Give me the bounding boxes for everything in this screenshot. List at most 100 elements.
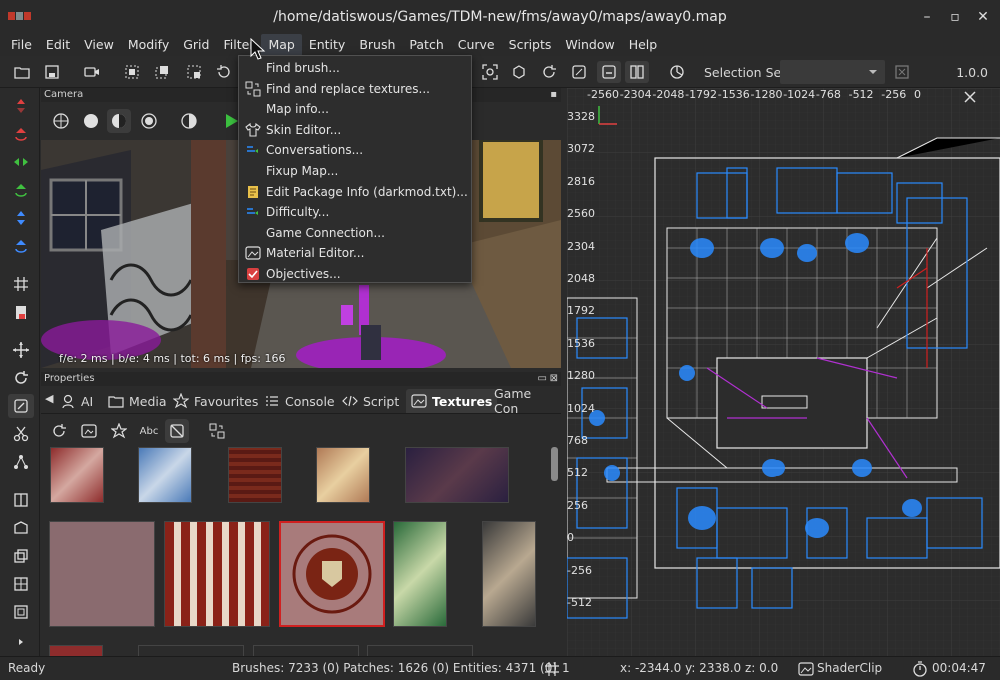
ortho-viewport[interactable]: -2560 -2304 -2048 -1792 -1536 -1280 -1024 -768-… — [567, 88, 1000, 656]
map-menu-item[interactable]: Conversations... — [239, 140, 471, 160]
tab-textures[interactable]: Textures — [406, 389, 498, 413]
texture-thumbnail[interactable] — [367, 645, 473, 656]
tab-scroll-left-icon[interactable]: ◀ — [45, 392, 53, 405]
map-menu-item[interactable]: Difficulty... — [239, 202, 471, 222]
menu-edit[interactable]: Edit — [39, 34, 77, 56]
texture-scrollbar[interactable] — [548, 447, 561, 656]
rotate-x-icon[interactable] — [8, 122, 34, 146]
close-panel-icon[interactable]: ⊠ — [550, 372, 558, 386]
flat-shade-icon[interactable] — [79, 109, 103, 133]
texture-thumbnail[interactable] — [253, 645, 359, 656]
tab-script[interactable]: Script — [337, 389, 404, 413]
focus-camera-icon[interactable] — [478, 61, 502, 83]
menu-patch[interactable]: Patch — [402, 34, 450, 56]
hide-unused-icon[interactable] — [165, 419, 189, 443]
image-refresh-icon[interactable] — [77, 419, 101, 443]
rotate-z-icon[interactable] — [8, 234, 34, 258]
tab-ai[interactable]: AI — [55, 389, 98, 413]
grid-snap-icon[interactable] — [8, 272, 34, 296]
float-panel-icon[interactable]: ▪ — [550, 88, 557, 102]
select-touching-icon[interactable] — [182, 61, 206, 83]
menu-scripts[interactable]: Scripts — [502, 34, 559, 56]
texture-thumbnail[interactable] — [164, 521, 270, 627]
layers-icon[interactable] — [8, 544, 34, 568]
selection-set-combo[interactable] — [780, 60, 885, 84]
show-names-button[interactable]: Abc — [135, 419, 163, 443]
brush-icon[interactable] — [8, 600, 34, 624]
map-menu-item[interactable]: Find and replace textures... — [239, 79, 471, 99]
menu-map[interactable]: Map — [261, 34, 302, 56]
far-clip-icon[interactable] — [177, 109, 201, 133]
close-view-icon[interactable] — [963, 90, 977, 104]
camera-icon[interactable] — [80, 61, 104, 83]
clear-selection-set-icon[interactable] — [890, 61, 914, 83]
lighting-icon[interactable] — [137, 109, 161, 133]
map-menu-item[interactable]: Game Connection... — [239, 223, 471, 243]
texture-browser-icon[interactable] — [8, 572, 34, 596]
textured-icon[interactable] — [107, 109, 131, 133]
open-folder-icon[interactable] — [10, 61, 34, 83]
drag-resize-icon[interactable] — [8, 394, 34, 418]
map-menu-item[interactable]: Edit Package Info (darkmod.txt)... — [239, 182, 471, 202]
save-icon[interactable] — [40, 61, 64, 83]
texture-thumbnail[interactable] — [138, 645, 244, 656]
favourite-star-icon[interactable] — [107, 419, 131, 443]
texture-thumbnail[interactable] — [482, 521, 536, 627]
flip-z-icon[interactable] — [8, 206, 34, 230]
tab-game-con[interactable]: Game Con — [489, 386, 561, 416]
restore-panel-icon[interactable]: ▭ — [538, 372, 547, 386]
menu-modify[interactable]: Modify — [121, 34, 176, 56]
map-menu-item[interactable]: Objectives... — [239, 264, 471, 284]
clipper-icon[interactable] — [8, 422, 34, 446]
rotate-icon[interactable] — [212, 61, 236, 83]
minimize-icon[interactable]: – — [918, 8, 936, 26]
map-menu-item[interactable]: Material Editor... — [239, 243, 471, 263]
menu-grid[interactable]: Grid — [176, 34, 216, 56]
menu-window[interactable]: Window — [558, 34, 621, 56]
paste-icon[interactable] — [8, 300, 34, 324]
texture-thumbnail[interactable] — [228, 447, 282, 503]
menu-entity[interactable]: Entity — [302, 34, 353, 56]
texture-thumbnail[interactable] — [138, 447, 192, 503]
texture-scale-icon[interactable] — [597, 61, 621, 83]
split-view-icon[interactable] — [625, 61, 649, 83]
merge-action-icon[interactable] — [8, 450, 34, 474]
texture-thumbnail[interactable] — [49, 645, 103, 656]
rotate-y-icon[interactable] — [8, 178, 34, 202]
flip-x-icon[interactable] — [8, 94, 34, 118]
texture-thumbnail-selected[interactable] — [279, 521, 385, 627]
select-region-icon[interactable] — [120, 61, 144, 83]
map-menu-item[interactable]: Fixup Map... — [239, 161, 471, 181]
pie-chart-icon[interactable] — [665, 61, 689, 83]
scrollbar-thumb[interactable] — [551, 447, 558, 481]
sync-selection-icon[interactable] — [205, 419, 229, 443]
close-icon[interactable]: ✕ — [974, 8, 992, 26]
map-menu-item[interactable]: Skin Editor... — [239, 120, 471, 140]
map-menu-item[interactable]: Map info... — [239, 99, 471, 119]
flip-y-icon[interactable] — [8, 150, 34, 174]
texture-thumbnail[interactable] — [405, 447, 509, 503]
split-icon[interactable] — [8, 488, 34, 512]
wireframe-icon[interactable] — [49, 109, 73, 133]
tab-favourites[interactable]: Favourites — [168, 389, 263, 413]
menu-file[interactable]: File — [4, 34, 39, 56]
menu-curve[interactable]: Curve — [451, 34, 502, 56]
menu-help[interactable]: Help — [622, 34, 665, 56]
more-tools-icon[interactable] — [8, 630, 34, 654]
tab-console[interactable]: Console — [259, 389, 340, 413]
select-faces-icon[interactable] — [8, 516, 34, 540]
texture-thumbnail[interactable] — [393, 521, 447, 627]
rotate-tool-icon[interactable] — [8, 366, 34, 390]
maximize-icon[interactable]: ▫ — [946, 8, 964, 26]
refresh-icon[interactable] — [537, 61, 561, 83]
menu-brush[interactable]: Brush — [352, 34, 402, 56]
tab-media[interactable]: Media — [103, 389, 172, 413]
map-menu-item[interactable]: Find brush... — [239, 58, 471, 78]
texture-lock-icon[interactable] — [567, 61, 591, 83]
select-complete-icon[interactable] — [150, 61, 174, 83]
texture-thumbnail[interactable] — [50, 447, 104, 503]
reload-textures-icon[interactable] — [47, 419, 71, 443]
move-icon[interactable] — [8, 338, 34, 362]
texture-thumbnail[interactable] — [49, 521, 155, 627]
texture-thumbnail[interactable] — [316, 447, 370, 503]
